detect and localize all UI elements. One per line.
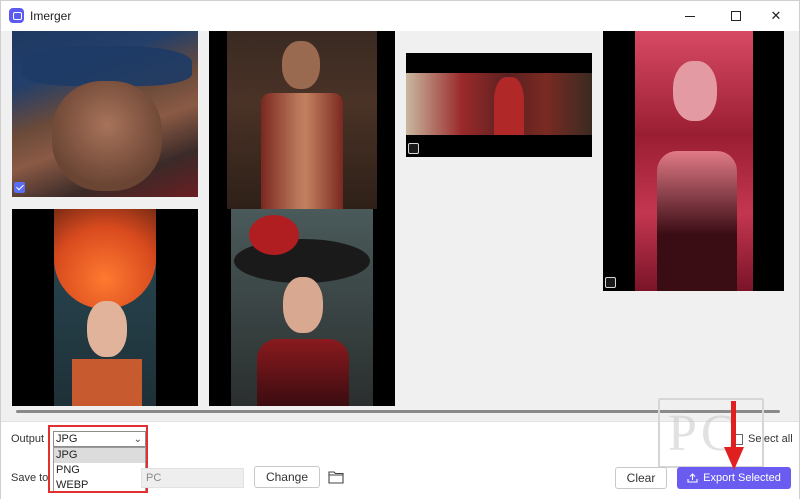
image-thumbnail-4[interactable] <box>603 31 784 291</box>
export-icon <box>687 473 698 483</box>
head-shape <box>282 41 320 89</box>
face-shape <box>87 301 127 357</box>
face-shape <box>673 61 717 121</box>
body-shape <box>72 359 142 406</box>
face-shape <box>283 277 323 333</box>
annotation-arrow-icon <box>724 401 744 470</box>
window-title: Imerger <box>30 9 72 23</box>
watermark-logo: PC <box>658 398 764 468</box>
app-logo-icon <box>9 8 24 23</box>
minimize-button[interactable] <box>667 1 713 31</box>
mask-shape <box>22 46 192 86</box>
feather-headdress <box>54 209 156 309</box>
close-icon: ✕ <box>770 8 782 24</box>
image-gallery <box>1 31 799 406</box>
minimize-icon <box>685 15 695 17</box>
image-checkbox-1[interactable] <box>14 182 25 193</box>
image-checkbox-3[interactable] <box>408 143 419 154</box>
hat-flower <box>249 215 299 255</box>
image-checkbox-4[interactable] <box>605 277 616 288</box>
save-path-field[interactable]: PC <box>141 468 244 488</box>
body-shape <box>657 151 737 291</box>
annotation-highlight-box <box>48 425 148 493</box>
image-thumbnail-3[interactable] <box>406 53 592 157</box>
title-bar: Imerger ✕ <box>1 1 799 31</box>
clear-button[interactable]: Clear <box>615 467 667 489</box>
maximize-icon <box>731 11 741 21</box>
change-folder-button[interactable]: Change <box>254 466 320 488</box>
image-thumbnail-2[interactable] <box>209 31 395 209</box>
image-thumbnail-5[interactable] <box>12 209 198 406</box>
saveto-label: Save to <box>11 472 49 484</box>
close-button[interactable]: ✕ <box>753 1 799 31</box>
image-thumbnail-6[interactable] <box>209 209 395 406</box>
image-thumbnail-1[interactable] <box>12 31 198 197</box>
output-label: Output <box>11 433 45 445</box>
face-shape <box>52 81 162 191</box>
vest-shape <box>261 93 343 209</box>
dress-shape <box>257 339 349 406</box>
app-window: Imerger ✕ Output JPG ⌄ JPG PNG WEBP Save… <box>0 0 800 499</box>
export-selected-label: Export Selected <box>703 472 781 484</box>
folder-icon[interactable] <box>328 470 344 484</box>
figure-shape <box>494 77 524 135</box>
